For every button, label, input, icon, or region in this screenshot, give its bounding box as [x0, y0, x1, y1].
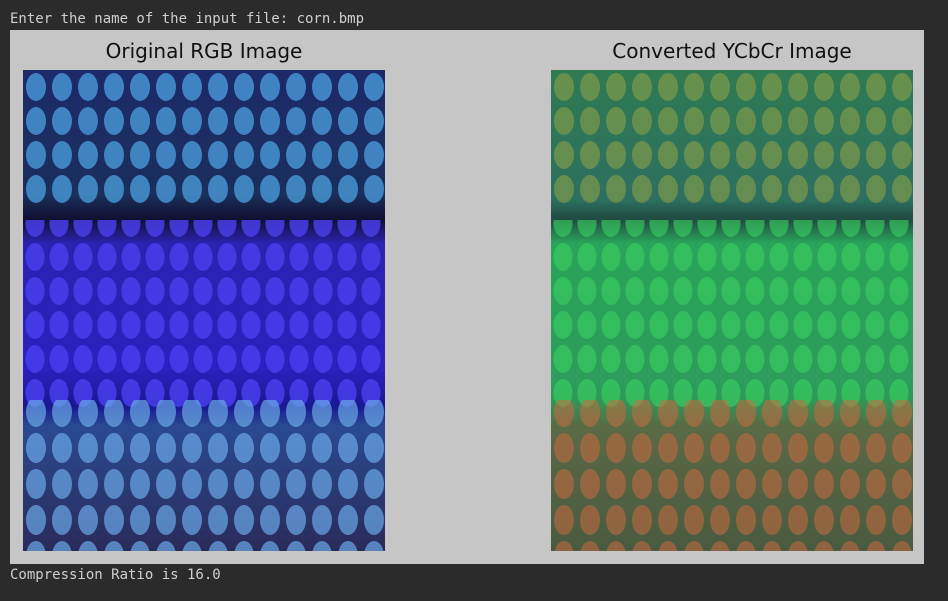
subplot-title-original: Original RGB Image — [105, 39, 303, 63]
original-rgb-image — [23, 70, 385, 551]
console-prompt-line: Enter the name of the input file: corn.b… — [10, 11, 365, 27]
converted-ycbcr-image — [551, 70, 913, 551]
console-result-line: Compression Ratio is 16.0 — [10, 567, 221, 583]
output-figure: Original RGB Image Converted YCbCr Image — [10, 30, 924, 564]
subplot-title-converted: Converted YCbCr Image — [612, 39, 852, 63]
